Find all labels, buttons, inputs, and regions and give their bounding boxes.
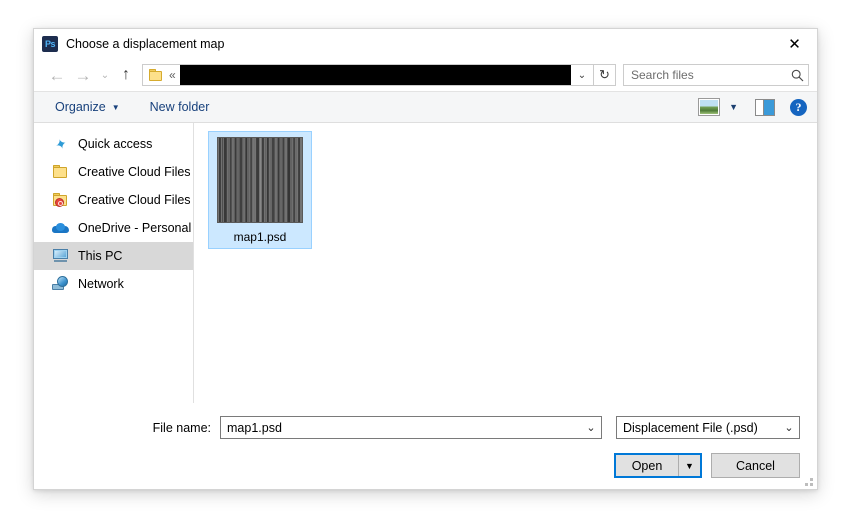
sidebar-item-network[interactable]: Network <box>34 270 193 298</box>
organize-button[interactable]: Organize ▼ <box>47 92 128 122</box>
recent-locations-button[interactable]: ⌄ <box>96 62 114 88</box>
filename-input[interactable] <box>221 419 581 436</box>
sidebar-item-onedrive-personal[interactable]: OneDrive - Personal <box>34 214 193 242</box>
sidebar-item-quick-access[interactable]: ✦ Quick access <box>34 130 193 158</box>
sidebar-item-label: This PC <box>78 249 123 263</box>
file-thumbnail-displacement-map <box>217 137 303 223</box>
toolbar-right-group: ▼ ? <box>698 92 807 122</box>
dialog-footer: File name: ⌄ Displacement File (.psd) ⌄ … <box>34 403 817 489</box>
breadcrumb-overflow-icon[interactable]: « <box>169 68 176 82</box>
resize-grip[interactable] <box>803 476 813 486</box>
cancel-button[interactable]: Cancel <box>711 453 800 478</box>
sidebar-item-creative-cloud-files-p[interactable]: Creative Cloud Files P <box>34 186 193 214</box>
view-options-chevron-down-icon[interactable]: ▼ <box>723 102 744 112</box>
folder-cc-icon <box>52 192 70 208</box>
help-icon[interactable]: ? <box>790 98 807 116</box>
photoshop-ps-icon: Ps <box>42 36 58 52</box>
search-box[interactable] <box>623 64 809 86</box>
desktop-background: Ps Choose a displacement map ✕ ← → ⌄ ↑ «… <box>0 0 850 519</box>
file-item-map1[interactable]: map1.psd <box>208 131 312 249</box>
open-dropdown-chevron-down-icon[interactable]: ▼ <box>679 455 700 476</box>
view-thumbnails-icon[interactable] <box>698 98 721 116</box>
up-button[interactable]: ↑ <box>114 62 138 88</box>
sidebar-item-label: Quick access <box>78 137 153 151</box>
sidebar-item-label: Creative Cloud Files <box>78 165 191 179</box>
file-name-label: map1.psd <box>233 230 287 244</box>
button-row: Open ▼ Cancel <box>51 439 800 478</box>
preview-pane-icon[interactable] <box>755 98 775 116</box>
star-icon: ✦ <box>52 134 70 154</box>
dialog-body: ✦ Quick access Creative Cloud Files Crea… <box>34 123 817 403</box>
filename-label: File name: <box>152 420 211 435</box>
organize-label: Organize <box>55 100 106 114</box>
file-open-dialog: Ps Choose a displacement map ✕ ← → ⌄ ↑ «… <box>33 28 818 490</box>
network-icon <box>52 276 70 292</box>
back-button[interactable]: ← <box>44 62 70 88</box>
monitor-icon <box>52 248 70 264</box>
address-bar[interactable]: « ⌄ <box>142 64 594 86</box>
address-path-redacted[interactable] <box>179 65 571 85</box>
new-folder-label: New folder <box>149 100 210 114</box>
chevron-down-icon: ▼ <box>111 102 120 112</box>
navigation-sidebar: ✦ Quick access Creative Cloud Files Crea… <box>34 123 194 403</box>
folder-icon <box>149 68 164 82</box>
new-folder-button[interactable]: New folder <box>142 92 218 122</box>
address-dropdown-icon[interactable]: ⌄ <box>571 65 593 85</box>
search-input[interactable] <box>624 67 786 83</box>
file-list-view[interactable]: map1.psd <box>194 123 817 403</box>
search-icon <box>786 69 808 82</box>
open-button[interactable]: Open <box>616 455 679 476</box>
refresh-button[interactable]: ↻ <box>594 64 616 86</box>
cloud-icon <box>52 220 70 236</box>
filetype-value: Displacement File (.psd) <box>623 420 758 435</box>
command-toolbar: Organize ▼ New folder ▼ ? <box>34 91 817 123</box>
sidebar-item-this-pc[interactable]: This PC <box>34 242 193 270</box>
close-icon[interactable]: ✕ <box>772 29 817 59</box>
sidebar-item-label: OneDrive - Personal <box>78 221 192 235</box>
filename-combobox[interactable]: ⌄ <box>220 416 602 439</box>
forward-button[interactable]: → <box>70 62 96 88</box>
folder-icon <box>52 164 70 180</box>
chevron-down-icon[interactable]: ⌄ <box>779 421 799 434</box>
sidebar-item-label: Network <box>78 277 124 291</box>
navigation-bar: ← → ⌄ ↑ « ⌄ ↻ <box>34 59 817 91</box>
filetype-combobox[interactable]: Displacement File (.psd) ⌄ <box>616 416 800 439</box>
chevron-down-icon[interactable]: ⌄ <box>581 421 601 434</box>
sidebar-item-creative-cloud-files[interactable]: Creative Cloud Files <box>34 158 193 186</box>
title-bar: Ps Choose a displacement map ✕ <box>34 29 817 59</box>
open-split-button[interactable]: Open ▼ <box>614 453 702 478</box>
sidebar-item-label: Creative Cloud Files P <box>78 193 193 207</box>
dialog-title: Choose a displacement map <box>66 37 225 51</box>
filename-row: File name: ⌄ Displacement File (.psd) ⌄ <box>51 403 800 439</box>
